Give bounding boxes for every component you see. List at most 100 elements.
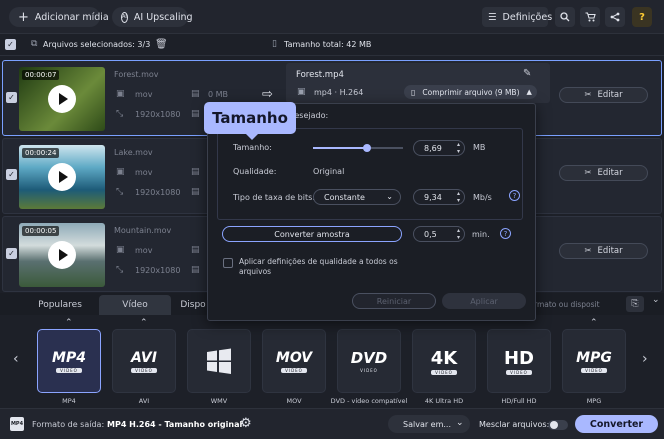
- selected-files-count: Arquivos selecionados: 3/3: [43, 40, 151, 49]
- format-wmv[interactable]: [187, 329, 251, 393]
- size-slider[interactable]: [313, 144, 403, 152]
- compress-file-dropdown[interactable]: ▯ Comprimir arquivo (9 MB) ▲: [404, 85, 537, 99]
- ai-upscaling-button[interactable]: AI AI Upscaling: [112, 7, 193, 27]
- bitrate-input[interactable]: 9,34 ▴ ▾: [413, 189, 465, 205]
- size-slider-handle[interactable]: [363, 144, 371, 152]
- format-grid: ‹ › ⌃ MP4 VIDEO MP4 ⌃ AVI VIDEO AVI ⌃ WM…: [0, 315, 664, 408]
- merge-files-toggle[interactable]: [548, 420, 568, 430]
- reset-button[interactable]: Reiniciar: [352, 293, 436, 309]
- file-name: Forest.mov: [114, 70, 159, 79]
- apply-all-checkbox[interactable]: [223, 258, 233, 268]
- format-label: 4K Ultra HD: [424, 397, 464, 405]
- format-logo-mpg: MPG: [576, 349, 612, 366]
- chevron-up-icon[interactable]: ⌃: [65, 318, 73, 328]
- chevron-up-icon[interactable]: ⌃: [590, 318, 598, 328]
- format-4k[interactable]: 4K VIDEO: [412, 329, 476, 393]
- file-format: mov: [135, 168, 153, 177]
- tab-video[interactable]: Vídeo: [99, 295, 171, 315]
- format-search-input[interactable]: rmato ou disposit: [534, 296, 620, 312]
- size-value: 8,69: [424, 143, 442, 153]
- file-name: Mountain.mov: [114, 226, 172, 235]
- add-media-button[interactable]: + Adicionar mídia: [9, 7, 109, 27]
- edit-button[interactable]: ✂ Editar: [559, 165, 648, 181]
- help-icon[interactable]: ?: [632, 7, 652, 27]
- save-size-icon: ▤: [191, 167, 200, 177]
- format-logo-mov: MOV: [275, 349, 313, 366]
- edit-button[interactable]: ✂ Editar: [559, 87, 648, 103]
- video-thumbnail[interactable]: 00:00:24: [19, 145, 105, 209]
- resolution-icon: ⤡: [116, 109, 124, 119]
- save-to-dropdown[interactable]: Salvar em... ⌄: [388, 415, 470, 433]
- format-avi[interactable]: AVI VIDEO: [112, 329, 176, 393]
- apply-button[interactable]: Aplicar: [442, 293, 526, 309]
- format-mp4[interactable]: MP4 VIDEO: [37, 329, 101, 393]
- output-format-prefix: Formato de saída:: [32, 420, 105, 429]
- format-mov[interactable]: MOV VIDEO: [262, 329, 326, 393]
- subtitle-icon: ▤: [191, 187, 200, 197]
- settings-button[interactable]: ☰ Definições: [482, 7, 552, 27]
- info-icon[interactable]: ?: [509, 190, 520, 201]
- quality-label: Qualidade:: [233, 167, 277, 176]
- gear-icon[interactable]: ⚙: [240, 416, 252, 431]
- output-file-card: Forest.mp4 ✎ ▣ mp4 · H.264 ▯ Comprimir a…: [286, 63, 550, 103]
- edit-button[interactable]: ✂ Editar: [559, 243, 648, 259]
- file-checkbox[interactable]: ✓: [6, 169, 17, 180]
- format-hd[interactable]: HD VIDEO: [487, 329, 551, 393]
- total-size-label: Tamanho total: 42 MB: [284, 40, 372, 49]
- compress-file-label: Comprimir arquivo (9 MB): [422, 87, 520, 97]
- rename-pencil-icon[interactable]: ✎: [523, 68, 531, 79]
- top-toolbar: + Adicionar mídia AI AI Upscaling ☰ Defi…: [0, 0, 664, 34]
- play-icon[interactable]: [48, 85, 76, 113]
- file-checkbox[interactable]: ✓: [6, 248, 17, 259]
- convert-sample-button[interactable]: Converter amostra: [222, 226, 402, 242]
- format-label: HD/Full HD: [501, 397, 537, 405]
- tab-devices[interactable]: Dispo: [176, 295, 210, 315]
- tab-popular[interactable]: Populares: [22, 295, 98, 315]
- size-tooltip: Tamanho: [204, 102, 296, 140]
- trash-icon[interactable]: 🗑: [155, 39, 168, 50]
- play-icon[interactable]: [48, 163, 76, 191]
- duration-badge: 00:00:07: [22, 70, 60, 80]
- format-dvd[interactable]: DVD VIDEO: [337, 329, 401, 393]
- selection-bar: ✓ ⧉ Arquivos selecionados: 3/3 🗑 ▯ Taman…: [0, 34, 664, 56]
- edit-label: Editar: [597, 90, 623, 100]
- format-label: AVI: [138, 397, 150, 405]
- search-icon[interactable]: [555, 7, 575, 27]
- ai-upscaling-label: AI Upscaling: [133, 11, 193, 23]
- file-name: Lake.mov: [114, 148, 153, 157]
- convert-arrow-icon: ⇨: [262, 87, 273, 102]
- sample-duration-input[interactable]: 0,5 ▴ ▾: [413, 226, 465, 242]
- scroll-right-icon[interactable]: ›: [642, 351, 648, 367]
- chevron-up-icon[interactable]: ⌃: [140, 318, 148, 328]
- size-input[interactable]: 8,69 ▴ ▾: [413, 140, 465, 156]
- collapse-chevron-icon[interactable]: ⌄: [652, 295, 660, 305]
- format-mpg[interactable]: MPG VIDEO: [562, 329, 626, 393]
- share-icon[interactable]: [605, 7, 625, 27]
- chevron-up-icon: ▲: [526, 88, 532, 96]
- video-thumbnail[interactable]: 00:00:05: [19, 223, 105, 287]
- stepper-icon[interactable]: ▴ ▾: [457, 227, 460, 241]
- info-icon[interactable]: ?: [500, 228, 511, 239]
- video-thumbnail[interactable]: 00:00:07: [19, 67, 105, 131]
- settings-label: Definições: [502, 11, 553, 23]
- cart-icon[interactable]: [580, 7, 600, 27]
- subtitle-icon: ▤: [191, 109, 200, 119]
- size-label: Tamanho:: [233, 143, 272, 152]
- stepper-icon[interactable]: ▴ ▾: [457, 190, 460, 204]
- stepper-icon[interactable]: ▴ ▾: [457, 141, 460, 155]
- edit-label: Editar: [597, 168, 623, 178]
- file-size: 0 MB: [208, 90, 229, 99]
- convert-button[interactable]: Converter: [575, 415, 658, 433]
- play-icon[interactable]: [48, 241, 76, 269]
- output-settings-icon[interactable]: ⎘: [626, 296, 644, 312]
- format-logo-4k: 4K: [430, 347, 458, 369]
- select-all-checkbox[interactable]: ✓: [5, 39, 16, 50]
- format-label: MPG: [586, 397, 602, 405]
- bitrate-type-select[interactable]: Constante ⌄: [313, 189, 401, 205]
- windows-logo-icon: [207, 348, 231, 374]
- file-resolution: 1920x1080: [135, 110, 181, 119]
- output-filename: Forest.mp4: [296, 70, 344, 80]
- format-label: WMV: [210, 397, 228, 405]
- scroll-left-icon[interactable]: ‹: [13, 351, 19, 367]
- file-checkbox[interactable]: ✓: [6, 92, 17, 103]
